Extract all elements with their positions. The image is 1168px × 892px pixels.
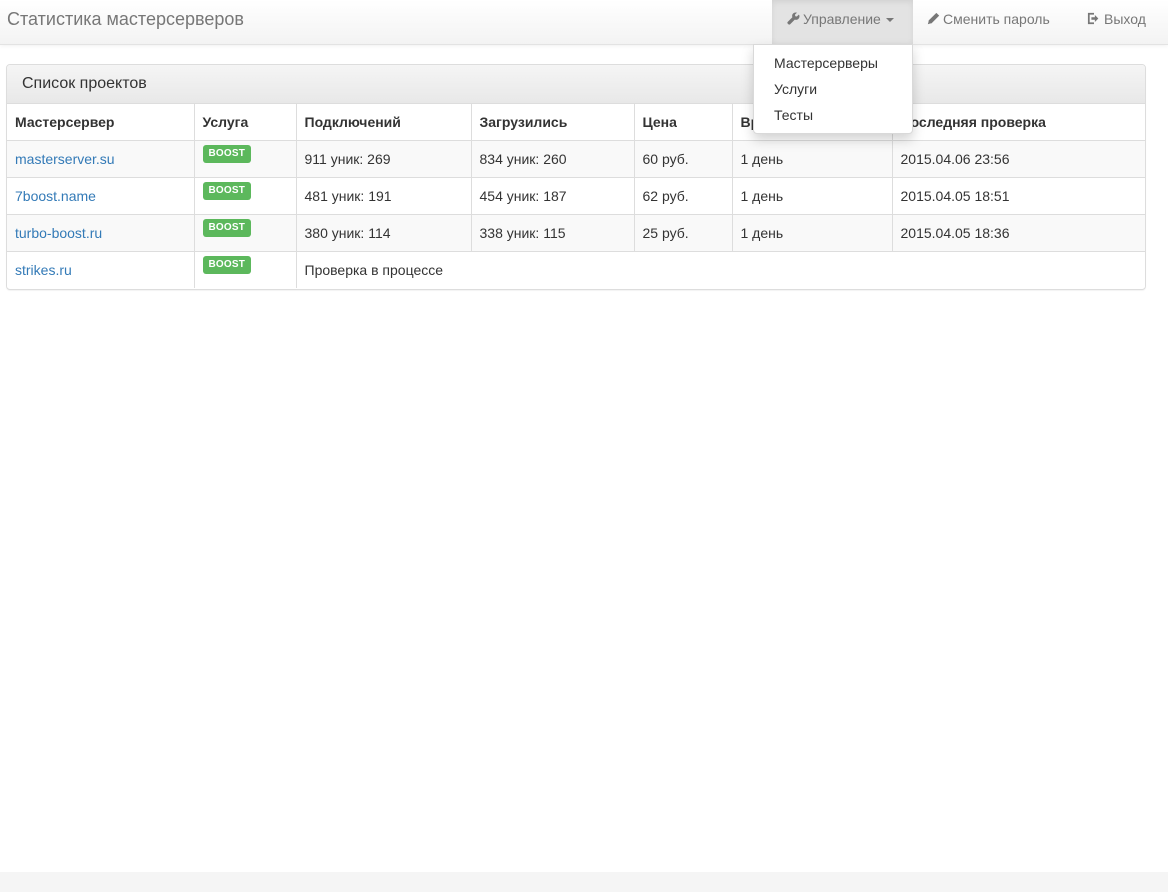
masterserver-link[interactable]: 7boost.name — [15, 188, 96, 204]
header-connections[interactable]: Подключений — [296, 104, 472, 141]
connections-cell: 911 уник: 269 — [296, 140, 472, 178]
logout-icon — [1087, 1, 1101, 39]
table-row: 7boost.name BOOST 481 уник: 191 454 уник… — [7, 177, 1145, 215]
caret-down-icon — [885, 18, 894, 23]
service-badge: BOOST — [202, 219, 252, 237]
header-last-check[interactable]: Последняя проверка — [892, 104, 1145, 141]
logout-label: Выход — [1104, 11, 1146, 27]
last-check-cell: 2015.04.05 18:36 — [892, 214, 1145, 252]
table-header-row: Мастерсервер Услуга Подключений Загрузил… — [7, 104, 1145, 141]
top-navbar: Статистика мастерсерверов Управление Сме… — [0, 0, 1168, 45]
loaded-cell: 454 уник: 187 — [471, 177, 635, 215]
dropdown-item-masterservers[interactable]: Мастерсерверы — [774, 55, 878, 71]
projects-panel: Список проектов Мастерсервер Услуга Подк… — [6, 64, 1146, 290]
header-price[interactable]: Цена — [634, 104, 733, 141]
management-dropdown-menu: Мастерсерверы Услуги Тесты — [753, 44, 913, 134]
last-check-cell: 2015.04.06 23:56 — [892, 140, 1145, 178]
navbar-brand[interactable]: Статистика мастерсерверов — [7, 9, 244, 30]
header-service[interactable]: Услуга — [194, 104, 297, 141]
management-label: Управление — [803, 11, 881, 27]
masterserver-link[interactable]: turbo-boost.ru — [15, 225, 102, 241]
header-loaded[interactable]: Загрузились — [471, 104, 635, 141]
last-check-cell: 2015.04.05 18:51 — [892, 177, 1145, 215]
price-cell: 60 руб. — [634, 140, 733, 178]
table-row: masterserver.su BOOST 911 уник: 269 834 … — [7, 140, 1145, 178]
wrench-icon — [787, 1, 800, 39]
table-row: turbo-boost.ru BOOST 380 уник: 114 338 у… — [7, 214, 1145, 252]
change-password-label: Сменить пароль — [943, 11, 1050, 27]
service-badge: BOOST — [202, 182, 252, 200]
masterserver-link[interactable]: masterserver.su — [15, 151, 115, 167]
service-badge: BOOST — [202, 145, 252, 163]
connections-cell: 380 уник: 114 — [296, 214, 472, 252]
pencil-icon — [927, 1, 940, 39]
time-cell: 1 день — [732, 177, 893, 215]
logout-link[interactable]: Выход — [1087, 0, 1146, 44]
dropdown-item-tests[interactable]: Тесты — [774, 107, 813, 123]
status-cell: Проверка в процессе — [296, 251, 1145, 288]
panel-title: Список проектов — [7, 65, 1145, 104]
loaded-cell: 834 уник: 260 — [471, 140, 635, 178]
price-cell: 62 руб. — [634, 177, 733, 215]
service-badge: BOOST — [202, 256, 252, 274]
loaded-cell: 338 уник: 115 — [471, 214, 635, 252]
price-cell: 25 руб. — [634, 214, 733, 252]
dropdown-item-services[interactable]: Услуги — [774, 81, 817, 97]
time-cell: 1 день — [732, 140, 893, 178]
table-row: strikes.ru BOOST Проверка в процессе — [7, 251, 1145, 288]
time-cell: 1 день — [732, 214, 893, 252]
management-menu-toggle[interactable]: Управление — [772, 0, 913, 44]
masterserver-link[interactable]: strikes.ru — [15, 262, 72, 278]
connections-cell: 481 уник: 191 — [296, 177, 472, 215]
page-footer — [0, 872, 1168, 892]
change-password-link[interactable]: Сменить пароль — [927, 0, 1050, 44]
projects-table: Мастерсервер Услуга Подключений Загрузил… — [7, 104, 1145, 288]
header-masterserver[interactable]: Мастерсервер — [7, 104, 195, 141]
